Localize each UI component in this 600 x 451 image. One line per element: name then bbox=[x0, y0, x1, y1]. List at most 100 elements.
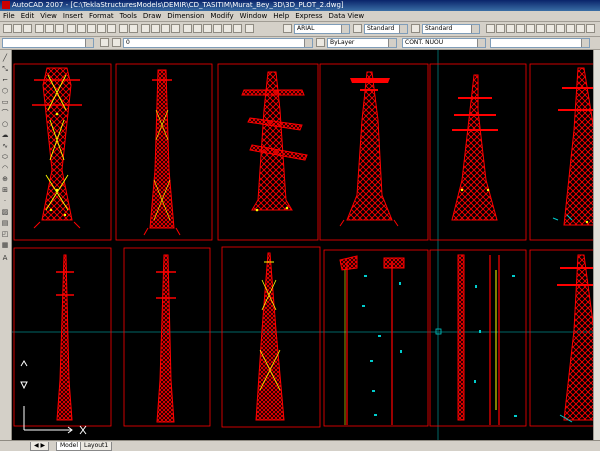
viewport-frames bbox=[13, 63, 594, 428]
properties-icon[interactable] bbox=[183, 24, 192, 33]
pan-icon[interactable] bbox=[141, 24, 150, 33]
quickcalc-icon[interactable] bbox=[233, 24, 242, 33]
polyline-icon[interactable]: ⌐ bbox=[1, 76, 9, 84]
markup-icon[interactable] bbox=[223, 24, 232, 33]
chevron-down-icon bbox=[399, 25, 407, 33]
make-block-icon[interactable]: ⊞ bbox=[1, 186, 9, 194]
save-icon[interactable] bbox=[23, 24, 32, 33]
menu-tools[interactable]: Tools bbox=[117, 11, 140, 21]
circle-icon[interactable]: ○ bbox=[1, 120, 9, 128]
drawing-canvas[interactable] bbox=[12, 50, 594, 440]
cut-icon[interactable] bbox=[67, 24, 76, 33]
zoom-realtime-icon[interactable] bbox=[151, 24, 160, 33]
qdim-icon[interactable] bbox=[556, 24, 565, 33]
linetype-select[interactable]: CONT. NUOU bbox=[402, 38, 486, 48]
menu-edit[interactable]: Edit bbox=[18, 11, 38, 21]
copy-icon[interactable] bbox=[77, 24, 86, 33]
chevron-down-icon bbox=[477, 39, 485, 47]
insert-block-icon[interactable]: ⊕ bbox=[1, 175, 9, 183]
tower-drawing-9 bbox=[255, 252, 285, 421]
tower-drawing-1 bbox=[32, 67, 82, 229]
preview-icon[interactable] bbox=[45, 24, 54, 33]
table-icon[interactable]: ▦ bbox=[1, 241, 9, 249]
point-icon[interactable]: · bbox=[1, 197, 9, 205]
rectangle-icon[interactable]: ▭ bbox=[1, 98, 9, 106]
leader-icon[interactable] bbox=[586, 24, 595, 33]
color-select[interactable]: ByLayer bbox=[327, 38, 397, 48]
make-current-icon[interactable] bbox=[316, 38, 325, 47]
match-properties-icon[interactable] bbox=[97, 24, 106, 33]
dim-style-icon[interactable] bbox=[353, 24, 362, 33]
menu-help[interactable]: Help bbox=[270, 11, 292, 21]
dim-style-select[interactable]: Standard bbox=[364, 24, 408, 34]
viewport-frame-10 bbox=[323, 249, 429, 427]
design-center-icon[interactable] bbox=[193, 24, 202, 33]
region-icon[interactable]: ◰ bbox=[1, 230, 9, 238]
linetype-value: CONT. NUOU bbox=[405, 39, 444, 46]
layer-properties-icon[interactable] bbox=[100, 38, 109, 47]
dim-ordinate-icon[interactable] bbox=[516, 24, 525, 33]
dim-angular-icon[interactable] bbox=[546, 24, 555, 33]
tool-palettes-icon[interactable] bbox=[203, 24, 212, 33]
vertical-scrollbar[interactable] bbox=[593, 50, 600, 440]
sheet-set-icon[interactable] bbox=[213, 24, 222, 33]
tower-drawing-10 bbox=[339, 255, 405, 425]
block-editor-icon[interactable] bbox=[107, 24, 116, 33]
chevron-down-icon bbox=[85, 39, 93, 47]
menu-modify[interactable]: Modify bbox=[207, 11, 236, 21]
ellipse-arc-icon[interactable]: ◠ bbox=[1, 164, 9, 172]
zoom-window-icon[interactable] bbox=[161, 24, 170, 33]
undo-icon[interactable] bbox=[119, 24, 128, 33]
dim-baseline-icon[interactable] bbox=[566, 24, 575, 33]
table-style-select[interactable]: Standard bbox=[422, 24, 480, 34]
open-icon[interactable] bbox=[13, 24, 22, 33]
arc-icon[interactable]: ⌒ bbox=[1, 109, 9, 117]
menu-data-view[interactable]: Data View bbox=[326, 11, 368, 21]
paste-icon[interactable] bbox=[87, 24, 96, 33]
dim-linear-icon[interactable] bbox=[486, 24, 495, 33]
revision-cloud-icon[interactable]: ☁ bbox=[1, 131, 9, 139]
layer-select[interactable]: 0 bbox=[123, 38, 313, 48]
chevron-down-icon bbox=[581, 39, 589, 47]
dim-arc-icon[interactable] bbox=[506, 24, 515, 33]
menu-window[interactable]: Window bbox=[237, 11, 271, 21]
help-icon[interactable] bbox=[245, 24, 254, 33]
menu-format[interactable]: Format bbox=[86, 11, 117, 21]
table-style-icon[interactable] bbox=[411, 24, 420, 33]
layer-on-icon bbox=[112, 38, 121, 47]
redo-icon[interactable] bbox=[129, 24, 138, 33]
construction-line-icon[interactable]: ⤡ bbox=[1, 65, 9, 73]
lineweight-select[interactable] bbox=[490, 38, 590, 48]
menu-express[interactable]: Express bbox=[292, 11, 325, 21]
dim-radius-icon[interactable] bbox=[526, 24, 535, 33]
plot-icon[interactable] bbox=[35, 24, 44, 33]
menu-draw[interactable]: Draw bbox=[140, 11, 164, 21]
text-style-icon[interactable] bbox=[283, 24, 292, 33]
zoom-previous-icon[interactable] bbox=[171, 24, 180, 33]
gradient-icon[interactable]: ▤ bbox=[1, 219, 9, 227]
tower-drawing-8 bbox=[156, 254, 176, 423]
menu-bar: File Edit View Insert Format Tools Draw Dimensi… bbox=[0, 11, 600, 22]
spline-icon[interactable]: ∿ bbox=[1, 142, 9, 150]
hatch-icon[interactable]: ▨ bbox=[1, 208, 9, 216]
dim-diameter-icon[interactable] bbox=[536, 24, 545, 33]
draw-toolbar: ╱ ⤡ ⌐ ⬡ ▭ ⌒ ○ ☁ ∿ ⬭ ◠ ⊕ ⊞ · ▨ ▤ ◰ ▦ A bbox=[0, 50, 12, 440]
menu-file[interactable]: File bbox=[0, 11, 18, 21]
dim-continue-icon[interactable] bbox=[576, 24, 585, 33]
color-value: ByLayer bbox=[330, 39, 355, 46]
menu-insert[interactable]: Insert bbox=[60, 11, 86, 21]
tower-drawing-6 bbox=[552, 67, 594, 226]
new-icon[interactable] bbox=[3, 24, 12, 33]
text-style-select[interactable]: ARIAL bbox=[294, 24, 350, 34]
workspace-select[interactable] bbox=[2, 38, 94, 48]
dim-aligned-icon[interactable] bbox=[496, 24, 505, 33]
menu-dimension[interactable]: Dimension bbox=[164, 11, 207, 21]
layout-tabs: ◀ ▶ Model Layout1 bbox=[0, 440, 600, 451]
polygon-icon[interactable]: ⬡ bbox=[1, 87, 9, 95]
ellipse-icon[interactable]: ⬭ bbox=[1, 153, 9, 161]
menu-view[interactable]: View bbox=[37, 11, 60, 21]
model-space bbox=[12, 50, 594, 440]
multiline-text-icon[interactable]: A bbox=[1, 254, 9, 262]
publish-icon[interactable] bbox=[55, 24, 64, 33]
line-icon[interactable]: ╱ bbox=[1, 54, 9, 62]
